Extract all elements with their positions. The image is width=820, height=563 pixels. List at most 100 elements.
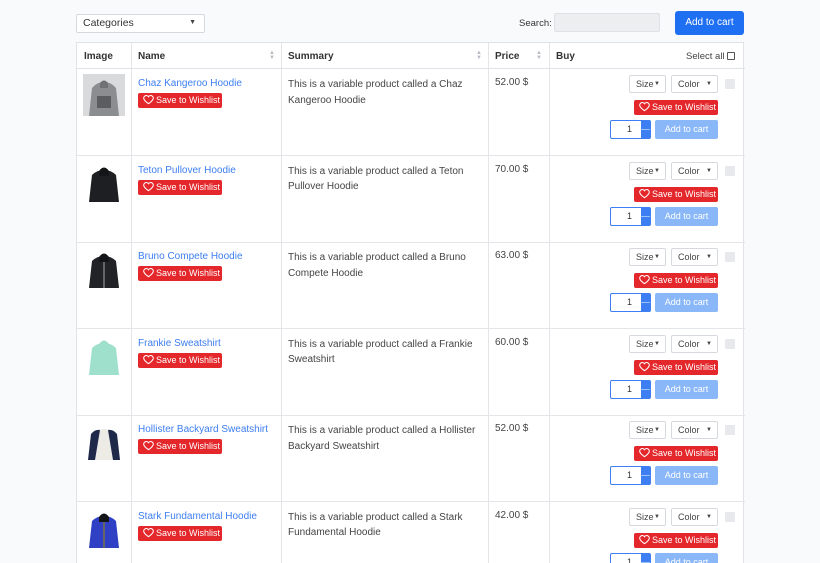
row-select-checkbox[interactable] bbox=[725, 511, 735, 522]
heart-icon bbox=[143, 181, 154, 191]
category-select[interactable]: Categories ▼ bbox=[76, 14, 205, 33]
row-add-to-cart-button[interactable]: Add to cart bbox=[655, 293, 718, 312]
row-select-checkbox[interactable] bbox=[725, 79, 735, 89]
product-summary: This is a variable product called a Holl… bbox=[288, 425, 476, 452]
chevron-down-icon: ▼ bbox=[654, 254, 660, 260]
size-select[interactable]: Size ▼ bbox=[629, 161, 666, 180]
wishlist-label: Save to Wishlist bbox=[652, 361, 717, 372]
header-summary[interactable]: Summary bbox=[288, 51, 334, 62]
save-to-wishlist-button[interactable]: Save to Wishlist bbox=[634, 100, 718, 115]
size-select-value: Size bbox=[636, 165, 654, 176]
row-add-to-cart-button[interactable]: Add to cart bbox=[655, 466, 718, 485]
size-select-value: Size bbox=[636, 252, 654, 262]
table-header: Image Name ▲ ▼ Summary ▲ ▼ Price ▲ ▼ Buy Se… bbox=[77, 43, 745, 69]
product-image[interactable] bbox=[83, 247, 125, 289]
spinner-arrows-icon[interactable] bbox=[641, 121, 650, 138]
size-select[interactable]: Size ▼ bbox=[629, 334, 666, 353]
quantity-stepper[interactable]: 1 bbox=[610, 552, 651, 563]
spinner-arrows-icon[interactable] bbox=[641, 380, 650, 398]
save-to-wishlist-button[interactable]: Save to Wishlist bbox=[138, 439, 222, 454]
add-to-cart-button[interactable]: Add to cart bbox=[675, 11, 744, 35]
save-to-wishlist-button[interactable]: Save to Wishlist bbox=[634, 532, 718, 548]
color-select[interactable]: Color ▼ bbox=[671, 248, 718, 266]
wishlist-label: Save to Wishlist bbox=[156, 354, 221, 365]
quantity-stepper[interactable]: 1 bbox=[610, 293, 651, 312]
wishlist-label: Save to Wishlist bbox=[156, 181, 221, 192]
save-to-wishlist-button[interactable]: Save to Wishlist bbox=[138, 352, 222, 368]
color-select[interactable]: Color ▼ bbox=[671, 421, 718, 439]
product-image[interactable] bbox=[83, 161, 125, 203]
row-select-checkbox[interactable] bbox=[725, 165, 735, 176]
quantity-stepper[interactable]: 1 bbox=[610, 206, 651, 226]
color-select[interactable]: Color ▼ bbox=[671, 334, 718, 353]
heart-icon bbox=[143, 95, 154, 105]
row-add-to-cart-button[interactable]: Add to cart bbox=[655, 206, 718, 226]
product-price: 60.00 $ bbox=[495, 336, 529, 348]
chevron-down-icon: ▼ bbox=[654, 427, 660, 433]
quantity-stepper[interactable]: 1 bbox=[610, 466, 651, 485]
product-image[interactable] bbox=[83, 507, 125, 549]
row-select-checkbox[interactable] bbox=[725, 252, 735, 262]
size-select-value: Size bbox=[636, 79, 654, 89]
search-input[interactable] bbox=[554, 13, 660, 32]
product-name-link[interactable]: Stark Fundamental Hoodie bbox=[138, 511, 257, 522]
size-select[interactable]: Size ▼ bbox=[629, 248, 666, 266]
header-price[interactable]: Price bbox=[495, 51, 519, 62]
heart-icon bbox=[639, 448, 650, 458]
quantity-stepper[interactable]: 1 bbox=[610, 120, 651, 139]
header-name[interactable]: Name bbox=[138, 51, 165, 62]
save-to-wishlist-button[interactable]: Save to Wishlist bbox=[138, 266, 222, 281]
save-to-wishlist-button[interactable]: Save to Wishlist bbox=[138, 93, 222, 108]
product-name-link[interactable]: Bruno Compete Hoodie bbox=[138, 251, 243, 262]
save-to-wishlist-button[interactable]: Save to Wishlist bbox=[138, 179, 222, 195]
save-to-wishlist-button[interactable]: Save to Wishlist bbox=[634, 273, 718, 288]
chevron-down-icon: ▼ bbox=[654, 513, 660, 520]
product-price: 52.00 $ bbox=[495, 77, 529, 88]
save-to-wishlist-button[interactable]: Save to Wishlist bbox=[634, 446, 718, 461]
color-select[interactable]: Color ▼ bbox=[671, 507, 718, 526]
product-name-link[interactable]: Chaz Kangeroo Hoodie bbox=[138, 78, 242, 89]
size-select[interactable]: Size ▼ bbox=[629, 75, 666, 93]
save-to-wishlist-button[interactable]: Save to Wishlist bbox=[138, 525, 222, 541]
quantity-stepper[interactable]: 1 bbox=[610, 379, 651, 399]
product-price: 52.00 $ bbox=[495, 423, 529, 434]
size-select-value: Size bbox=[636, 425, 654, 435]
color-select[interactable]: Color ▼ bbox=[671, 161, 718, 180]
sort-icon[interactable]: ▲ ▼ bbox=[536, 50, 542, 61]
product-name-link[interactable]: Hollister Backyard Sweatshirt bbox=[138, 424, 268, 435]
product-image[interactable] bbox=[83, 74, 125, 116]
product-name-link[interactable]: Teton Pullover Hoodie bbox=[138, 165, 236, 176]
row-select-checkbox[interactable] bbox=[725, 338, 735, 349]
heart-icon bbox=[639, 534, 650, 544]
quantity-value: 1 bbox=[627, 470, 633, 480]
select-all-checkbox[interactable] bbox=[727, 52, 735, 60]
row-add-to-cart-button[interactable]: Add to cart bbox=[655, 120, 718, 139]
row-add-to-cart-button[interactable]: Add to cart bbox=[655, 379, 718, 399]
product-name-link[interactable]: Frankie Sweatshirt bbox=[138, 338, 221, 349]
spinner-arrows-icon[interactable] bbox=[641, 467, 650, 484]
wishlist-label: Save to Wishlist bbox=[156, 268, 221, 278]
chevron-down-icon: ▼ bbox=[706, 81, 712, 87]
spinner-arrows-icon[interactable] bbox=[641, 294, 650, 311]
save-to-wishlist-button[interactable]: Save to Wishlist bbox=[634, 359, 718, 375]
spinner-arrows-icon[interactable] bbox=[641, 207, 650, 225]
chevron-down-icon: ▼ bbox=[654, 340, 660, 347]
row-add-to-cart-button[interactable]: Add to cart bbox=[655, 552, 718, 563]
quantity-value: 1 bbox=[627, 124, 633, 134]
color-select-value: Color bbox=[678, 338, 700, 349]
wishlist-label: Save to Wishlist bbox=[156, 527, 221, 538]
row-select-checkbox[interactable] bbox=[725, 425, 735, 435]
save-to-wishlist-button[interactable]: Save to Wishlist bbox=[634, 186, 718, 202]
sort-icon[interactable]: ▲ ▼ bbox=[476, 50, 482, 61]
color-select-value: Color bbox=[678, 425, 700, 435]
wishlist-label: Save to Wishlist bbox=[156, 441, 221, 451]
sort-icon[interactable]: ▲ ▼ bbox=[269, 50, 275, 61]
size-select[interactable]: Size ▼ bbox=[629, 421, 666, 439]
color-select[interactable]: Color ▼ bbox=[671, 75, 718, 93]
heart-icon bbox=[639, 275, 650, 285]
product-image[interactable] bbox=[83, 420, 125, 462]
product-image[interactable] bbox=[83, 334, 125, 376]
spinner-arrows-icon[interactable] bbox=[641, 553, 650, 563]
size-select[interactable]: Size ▼ bbox=[629, 507, 666, 526]
product-price: 63.00 $ bbox=[495, 250, 529, 261]
